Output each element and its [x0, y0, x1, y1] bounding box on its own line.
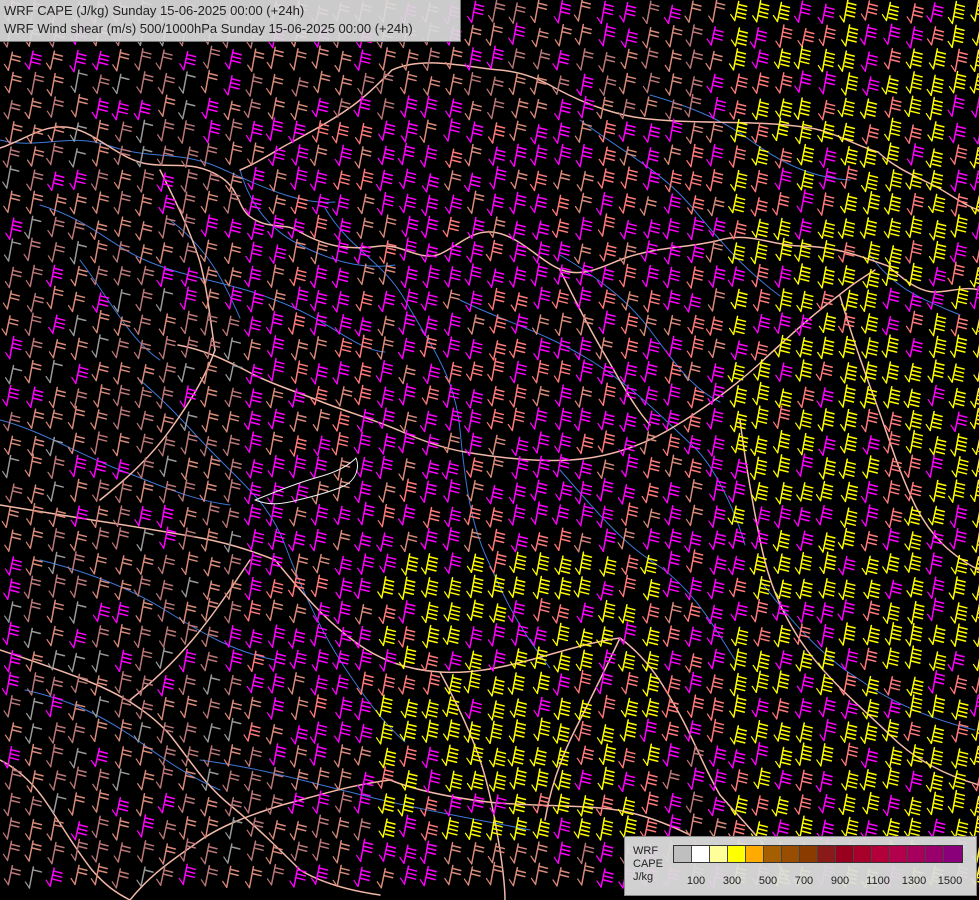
- legend-swatch: [818, 846, 836, 862]
- legend-tick-label: 500: [758, 875, 778, 887]
- legend-swatch: [890, 846, 908, 862]
- legend-swatch: [674, 846, 692, 862]
- legend-swatch: [692, 846, 710, 862]
- legend-tick-label: 1300: [901, 875, 927, 887]
- legend-swatch: [782, 846, 800, 862]
- legend-swatch: [944, 846, 962, 862]
- legend-swatch: [872, 846, 890, 862]
- legend-tick-label: 100: [686, 875, 706, 887]
- legend-title: WRF CAPE J/kg: [633, 845, 665, 884]
- legend-swatch: [764, 846, 782, 862]
- weather-map[interactable]: WRF CAPE (J/kg) Sunday 15-06-2025 00:00 …: [0, 0, 979, 900]
- legend-swatch: [926, 846, 944, 862]
- legend-tick-label: 900: [830, 875, 850, 887]
- legend-title-cape: CAPE: [633, 858, 663, 870]
- legend-tick-label: 1500: [937, 875, 963, 887]
- cape-title: WRF CAPE (J/kg) Sunday 15-06-2025 00:00 …: [4, 3, 305, 18]
- legend-swatch: [836, 846, 854, 862]
- legend-tick-label: 1100: [866, 875, 890, 887]
- legend-swatch: [800, 846, 818, 862]
- legend-tick-labels: 100 300 500 700 900 1100 1300 1500: [679, 875, 969, 889]
- legend-title-unit: J/kg: [633, 871, 654, 883]
- cape-legend: WRF CAPE J/kg 100 300 500 700 900 1100 1300 150…: [624, 836, 977, 896]
- legend-swatch: [728, 846, 746, 862]
- legend-tick-label: 700: [794, 875, 814, 887]
- legend-color-scale: [673, 845, 963, 863]
- wind-shear-title: WRF Wind shear (m/s) 500/1000hPa Sunday …: [4, 21, 413, 36]
- legend-swatch: [710, 846, 728, 862]
- legend-tick-label: 300: [722, 875, 742, 887]
- legend-title-wrf: WRF: [633, 845, 659, 857]
- map-title-box: WRF CAPE (J/kg) Sunday 15-06-2025 00:00 …: [0, 0, 461, 42]
- legend-swatch: [746, 846, 764, 862]
- legend-swatch: [854, 846, 872, 862]
- wind-shear-map-canvas[interactable]: [0, 0, 979, 900]
- legend-swatch: [908, 846, 926, 862]
